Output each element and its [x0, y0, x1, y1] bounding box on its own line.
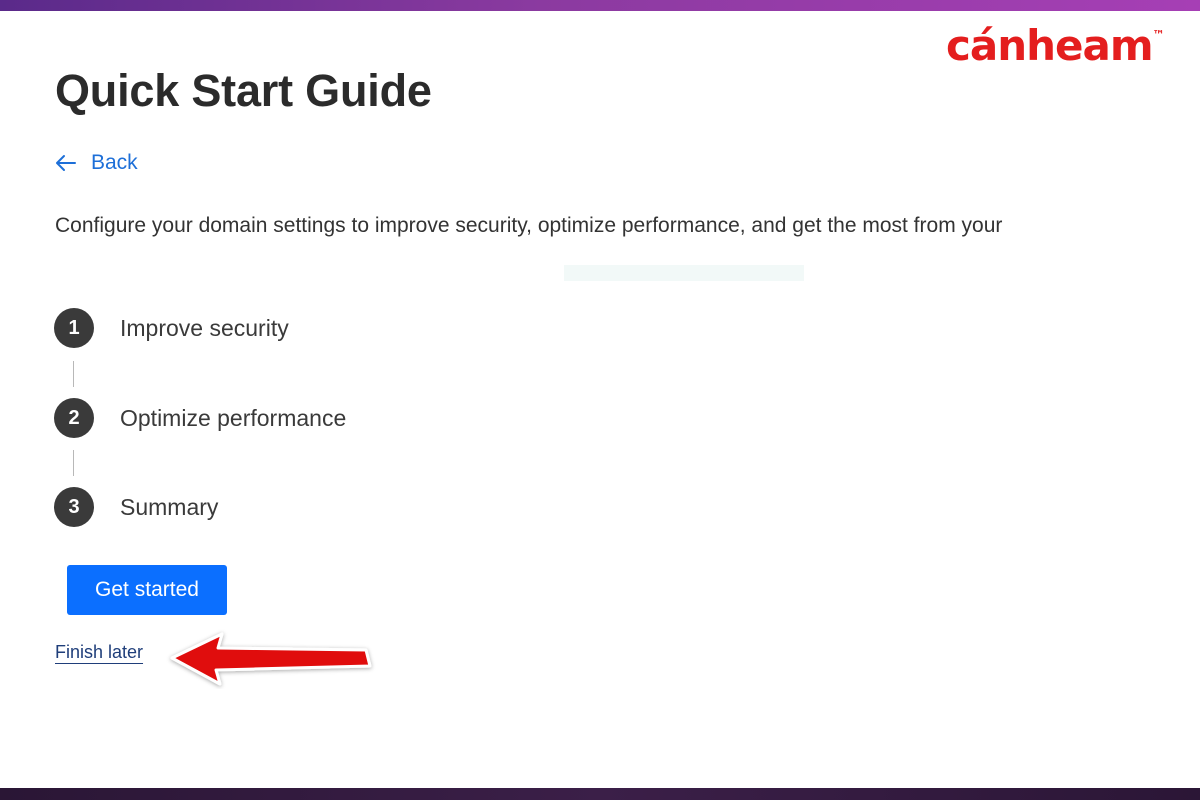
- loading-placeholder-bar: [564, 265, 804, 281]
- arrow-left-icon: [55, 154, 77, 172]
- get-started-button[interactable]: Get started: [67, 565, 227, 615]
- step-connector-line: [73, 361, 74, 387]
- back-label: Back: [91, 151, 138, 174]
- trademark-symbol: ™: [1152, 28, 1165, 42]
- quick-start-panel: cánheam™ Quick Start Guide Back Configur…: [0, 11, 1200, 788]
- step-label: Summary: [120, 493, 219, 520]
- step-number-badge: 3: [54, 487, 94, 527]
- step-item-optimize-performance: 2 Optimize performance: [54, 398, 346, 438]
- page-title: Quick Start Guide: [55, 65, 432, 116]
- brand-logo-text: cánheam: [946, 21, 1154, 70]
- back-link[interactable]: Back: [55, 151, 138, 175]
- window-bottom-border: [0, 788, 1200, 800]
- page-description: Configure your domain settings to improv…: [55, 214, 1003, 237]
- step-connector-line: [73, 450, 74, 476]
- step-label: Optimize performance: [120, 404, 347, 431]
- step-item-summary: 3 Summary: [54, 487, 218, 527]
- step-number-badge: 1: [54, 308, 94, 348]
- step-number-badge: 2: [54, 398, 94, 438]
- window-top-border: [0, 0, 1200, 11]
- brand-logo: cánheam™: [946, 25, 1165, 67]
- red-arrow-annotation-icon: [160, 629, 380, 694]
- step-label: Improve security: [120, 314, 289, 341]
- finish-later-link[interactable]: Finish later: [55, 642, 143, 663]
- step-item-improve-security: 1 Improve security: [54, 308, 289, 348]
